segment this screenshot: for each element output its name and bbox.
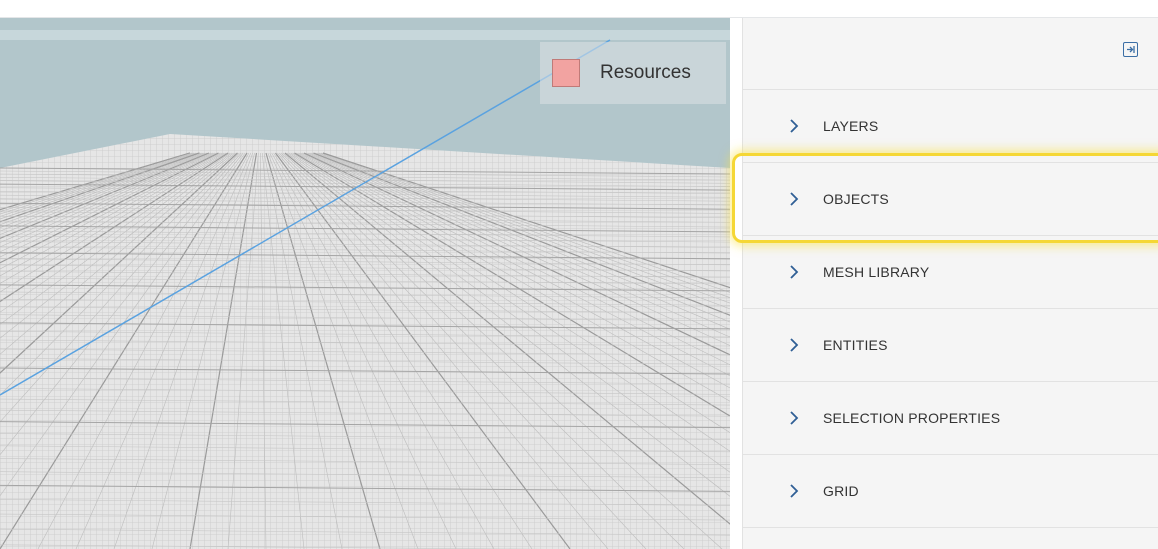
legend-label: Resources	[600, 62, 691, 83]
section-mesh-library[interactable]: MESH LIBRARY	[743, 236, 1158, 309]
chevron-right-icon	[789, 410, 805, 426]
section-label: GRID	[823, 483, 859, 499]
chevron-right-icon	[789, 191, 805, 207]
chevron-right-icon	[789, 483, 805, 499]
legend-swatch	[552, 59, 580, 87]
section-label: SELECTION PROPERTIES	[823, 410, 1001, 426]
panel-header	[743, 18, 1158, 90]
collapse-panel-icon	[1127, 46, 1135, 53]
section-label: ENTITIES	[823, 337, 888, 353]
legend: Resources	[540, 42, 726, 104]
3d-viewport[interactable]: Resources	[0, 18, 730, 549]
section-label: OBJECTS	[823, 191, 889, 207]
section-entities[interactable]: ENTITIES	[743, 309, 1158, 382]
collapse-panel-button[interactable]	[1123, 42, 1138, 57]
sky-top-band	[0, 30, 730, 40]
section-objects[interactable]: OBJECTS	[743, 163, 1158, 236]
section-selection-properties[interactable]: SELECTION PROPERTIES	[743, 382, 1158, 455]
section-grid[interactable]: GRID	[743, 455, 1158, 528]
chevron-right-icon	[789, 264, 805, 280]
side-panel: LAYERS OBJECTS MESH LIBRARY ENTITIES SEL…	[742, 18, 1158, 549]
section-layers[interactable]: LAYERS	[743, 90, 1158, 163]
section-label: LAYERS	[823, 118, 879, 134]
section-label: MESH LIBRARY	[823, 264, 930, 280]
chevron-right-icon	[789, 118, 805, 134]
chevron-right-icon	[789, 337, 805, 353]
top-bar	[0, 0, 1158, 18]
